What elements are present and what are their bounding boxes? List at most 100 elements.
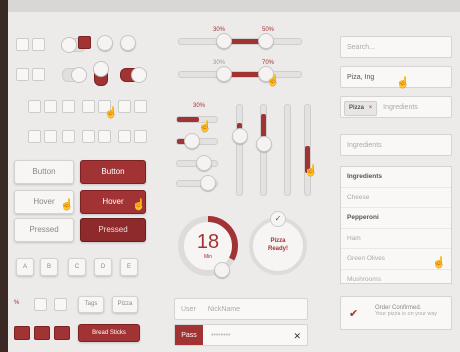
- cursor-icon: ☝: [304, 165, 318, 177]
- letter-key[interactable]: E: [120, 258, 138, 276]
- slider-label: 30%: [193, 103, 206, 109]
- ingredients-dropdown[interactable]: Ingredients: [340, 134, 452, 156]
- ready-line1: Pizza: [270, 238, 286, 244]
- list-item[interactable]: Pepperoni: [341, 208, 451, 229]
- notification: ✔ Order Confirmed. Your pizza is on your…: [340, 296, 452, 330]
- pass-value: ••••••••: [210, 332, 231, 339]
- cursor-icon: ☝: [266, 75, 280, 87]
- radio-button[interactable]: [120, 35, 136, 51]
- checkbox[interactable]: [32, 68, 45, 81]
- range-slider[interactable]: [178, 38, 302, 45]
- list-item[interactable]: Ham: [341, 229, 451, 249]
- timer-value: 18: [196, 231, 220, 253]
- slider-handle[interactable]: [256, 136, 272, 152]
- slider-handle[interactable]: [200, 175, 216, 191]
- password-field[interactable]: Pass •••••••• ✕: [174, 324, 308, 346]
- stepper-box[interactable]: [62, 100, 75, 113]
- cursor-icon: ☝: [198, 121, 212, 133]
- list-item[interactable]: Cheese: [341, 188, 451, 208]
- tag-button[interactable]: Pizza: [112, 296, 138, 313]
- checkbox[interactable]: [32, 38, 45, 51]
- timer-handle[interactable]: [214, 262, 230, 278]
- checkbox[interactable]: [54, 298, 67, 311]
- button-default[interactable]: Button: [14, 160, 74, 184]
- letter-key[interactable]: B: [40, 258, 58, 276]
- checkbox[interactable]: [16, 38, 29, 51]
- slider-handle[interactable]: [258, 33, 274, 49]
- cursor-icon: ☝: [104, 107, 118, 119]
- checkbox[interactable]: [34, 298, 47, 311]
- letter-key[interactable]: D: [94, 258, 112, 276]
- user-label: User: [181, 306, 196, 313]
- checkbox[interactable]: [82, 130, 95, 143]
- checkbox[interactable]: [134, 100, 147, 113]
- toggle-knob: [93, 61, 109, 77]
- stepper-box[interactable]: [28, 130, 41, 143]
- checkbox[interactable]: [118, 130, 131, 143]
- slider-handle[interactable]: [216, 66, 232, 82]
- slider-fill: [261, 114, 266, 137]
- user-field[interactable]: User NickName: [174, 298, 308, 320]
- vertical-slider[interactable]: [304, 104, 311, 196]
- user-value: NickName: [207, 306, 241, 313]
- vertical-slider[interactable]: [236, 104, 243, 196]
- search-input[interactable]: Search...: [340, 36, 452, 58]
- toggle-knob: [131, 67, 147, 83]
- checkbox[interactable]: [134, 130, 147, 143]
- timer-unit: Min: [203, 254, 213, 260]
- tag-chip-label: Pizza: [349, 105, 365, 111]
- notification-subtitle: Your pizza is on your way: [375, 311, 438, 317]
- tag-chip[interactable]: Pizza ×: [344, 101, 378, 116]
- checkbox[interactable]: [16, 68, 29, 81]
- ready-line2: Ready!: [267, 246, 288, 252]
- window-top-edge: [0, 0, 460, 12]
- slider-handle[interactable]: [196, 155, 212, 171]
- slider-handle[interactable]: [232, 128, 248, 144]
- list-item[interactable]: Ingredients: [341, 167, 451, 188]
- pagination-box[interactable]: [34, 326, 50, 340]
- breadcrumb-button[interactable]: Bread Sticks: [78, 324, 140, 342]
- cursor-icon: ☝: [132, 199, 146, 211]
- slider-handle[interactable]: [184, 133, 200, 149]
- stepper-box[interactable]: [44, 100, 57, 113]
- list-item[interactable]: Mushrooms: [341, 270, 451, 290]
- vertical-slider[interactable]: [284, 104, 291, 196]
- percent-label: %: [14, 300, 20, 306]
- tag-button[interactable]: Tags: [78, 296, 104, 313]
- checkbox[interactable]: [98, 130, 111, 143]
- check-icon: ✔: [349, 308, 359, 320]
- typed-value: Piza, Ing: [347, 74, 375, 81]
- stepper-box[interactable]: [62, 130, 75, 143]
- cursor-icon: ☝: [60, 199, 74, 211]
- slider-fill: [177, 117, 199, 122]
- tag-placeholder: Ingredients: [383, 104, 418, 111]
- range-slider[interactable]: [178, 71, 302, 78]
- letter-key[interactable]: A: [16, 258, 34, 276]
- close-icon[interactable]: ✕: [293, 325, 301, 347]
- pagination-box[interactable]: [14, 326, 30, 340]
- pass-label: Pass: [175, 325, 203, 345]
- pagination-box[interactable]: [54, 326, 70, 340]
- checkbox-checked[interactable]: [78, 36, 91, 49]
- tag-remove-icon[interactable]: ×: [369, 105, 373, 111]
- check-icon: ✓: [270, 211, 286, 227]
- tag-input[interactable]: Pizza × Ingredients: [340, 96, 452, 118]
- window-left-edge: [0, 0, 8, 352]
- dropdown-label: Ingredients: [347, 142, 382, 149]
- button-pressed-active[interactable]: Pressed: [80, 218, 146, 242]
- toggle-switch[interactable]: [62, 67, 87, 83]
- radio-button[interactable]: [97, 35, 113, 51]
- stepper-box[interactable]: [28, 100, 41, 113]
- button-default-active[interactable]: Button: [80, 160, 146, 184]
- stepper-box[interactable]: [44, 130, 57, 143]
- button-pressed[interactable]: Pressed: [14, 218, 74, 242]
- cursor-icon: ☝: [396, 77, 410, 89]
- checkbox[interactable]: [118, 100, 131, 113]
- slider-handle[interactable]: [216, 33, 232, 49]
- vertical-toggle[interactable]: [93, 61, 109, 86]
- toggle-knob: [61, 37, 77, 53]
- checkbox[interactable]: [82, 100, 95, 113]
- toggle-switch-on[interactable]: [120, 67, 147, 83]
- cursor-icon: ☝: [432, 257, 446, 269]
- letter-key[interactable]: C: [68, 258, 86, 276]
